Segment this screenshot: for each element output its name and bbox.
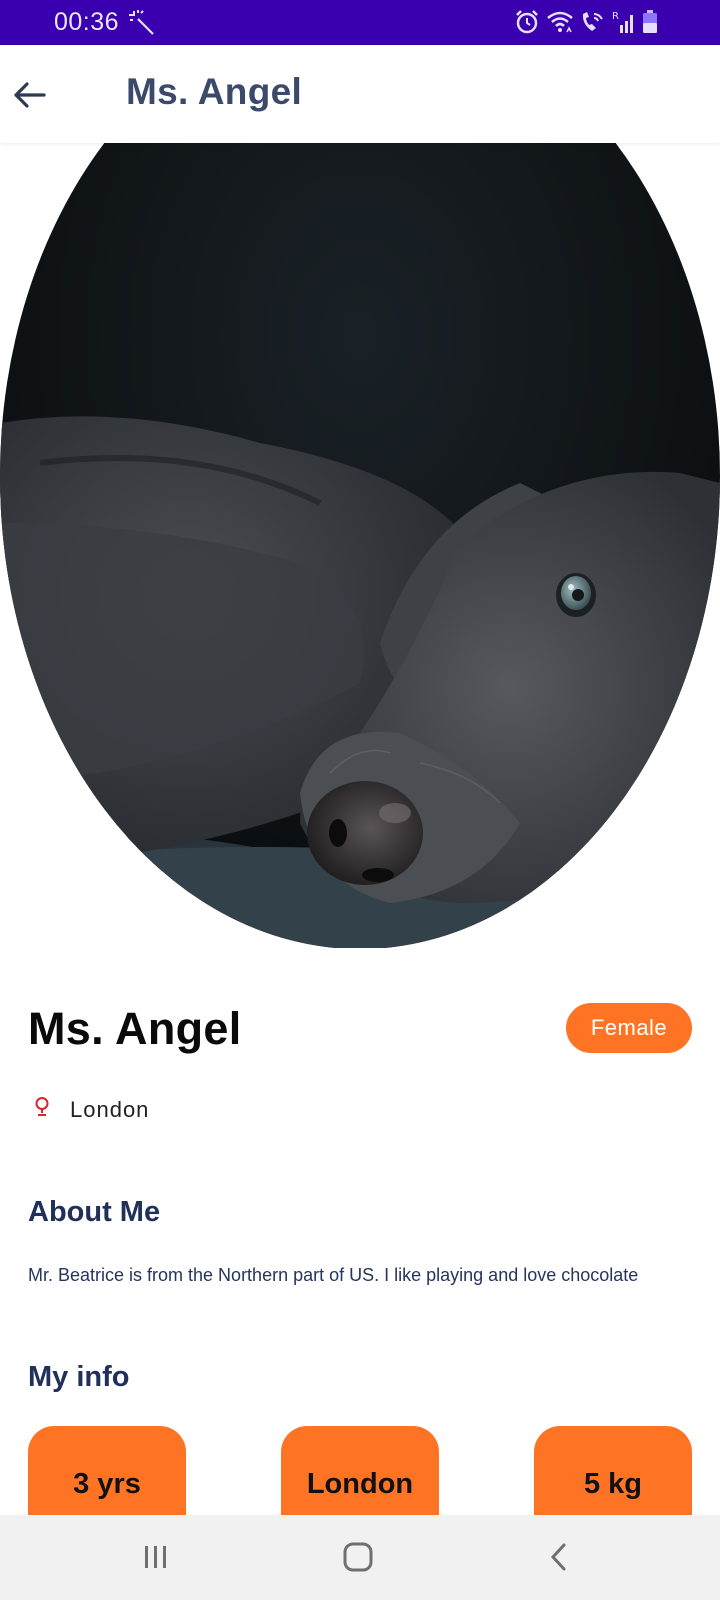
hero-image-container: [0, 143, 720, 948]
back-button[interactable]: [10, 75, 50, 115]
arrow-left-icon: [14, 82, 46, 108]
page-title: Ms. Angel: [126, 71, 303, 112]
back-icon: [550, 1543, 566, 1571]
status-bar: 00:36 R: [0, 0, 720, 45]
pet-name: Ms. Angel: [28, 1003, 242, 1054]
system-back-button[interactable]: [534, 1537, 584, 1577]
location-pin-icon: [34, 1096, 50, 1123]
signal-icon: R: [612, 9, 636, 35]
gender-badge: Female: [566, 1003, 692, 1053]
pet-photo: [0, 143, 720, 948]
status-icons: R: [514, 9, 658, 35]
info-heading: My info: [28, 1361, 130, 1393]
alarm-icon: [514, 9, 540, 35]
battery-icon: [642, 10, 658, 34]
svg-text:R: R: [612, 11, 619, 22]
recents-button[interactable]: [131, 1537, 181, 1577]
home-button[interactable]: [333, 1537, 383, 1577]
system-nav-bar: [0, 1515, 720, 1600]
recents-icon: [145, 1546, 166, 1568]
app-bar: Ms. Angel: [0, 45, 720, 143]
home-icon: [343, 1542, 373, 1572]
about-text: Mr. Beatrice is from the Northern part o…: [28, 1265, 639, 1285]
about-heading: About Me: [28, 1196, 161, 1228]
wifi-call-icon: [580, 10, 606, 34]
location-text: London: [70, 1096, 150, 1122]
status-time: 00:36: [54, 8, 120, 36]
wifi-icon: [546, 10, 574, 34]
magic-wand-icon: [128, 9, 156, 42]
location-row: London: [34, 1096, 149, 1123]
